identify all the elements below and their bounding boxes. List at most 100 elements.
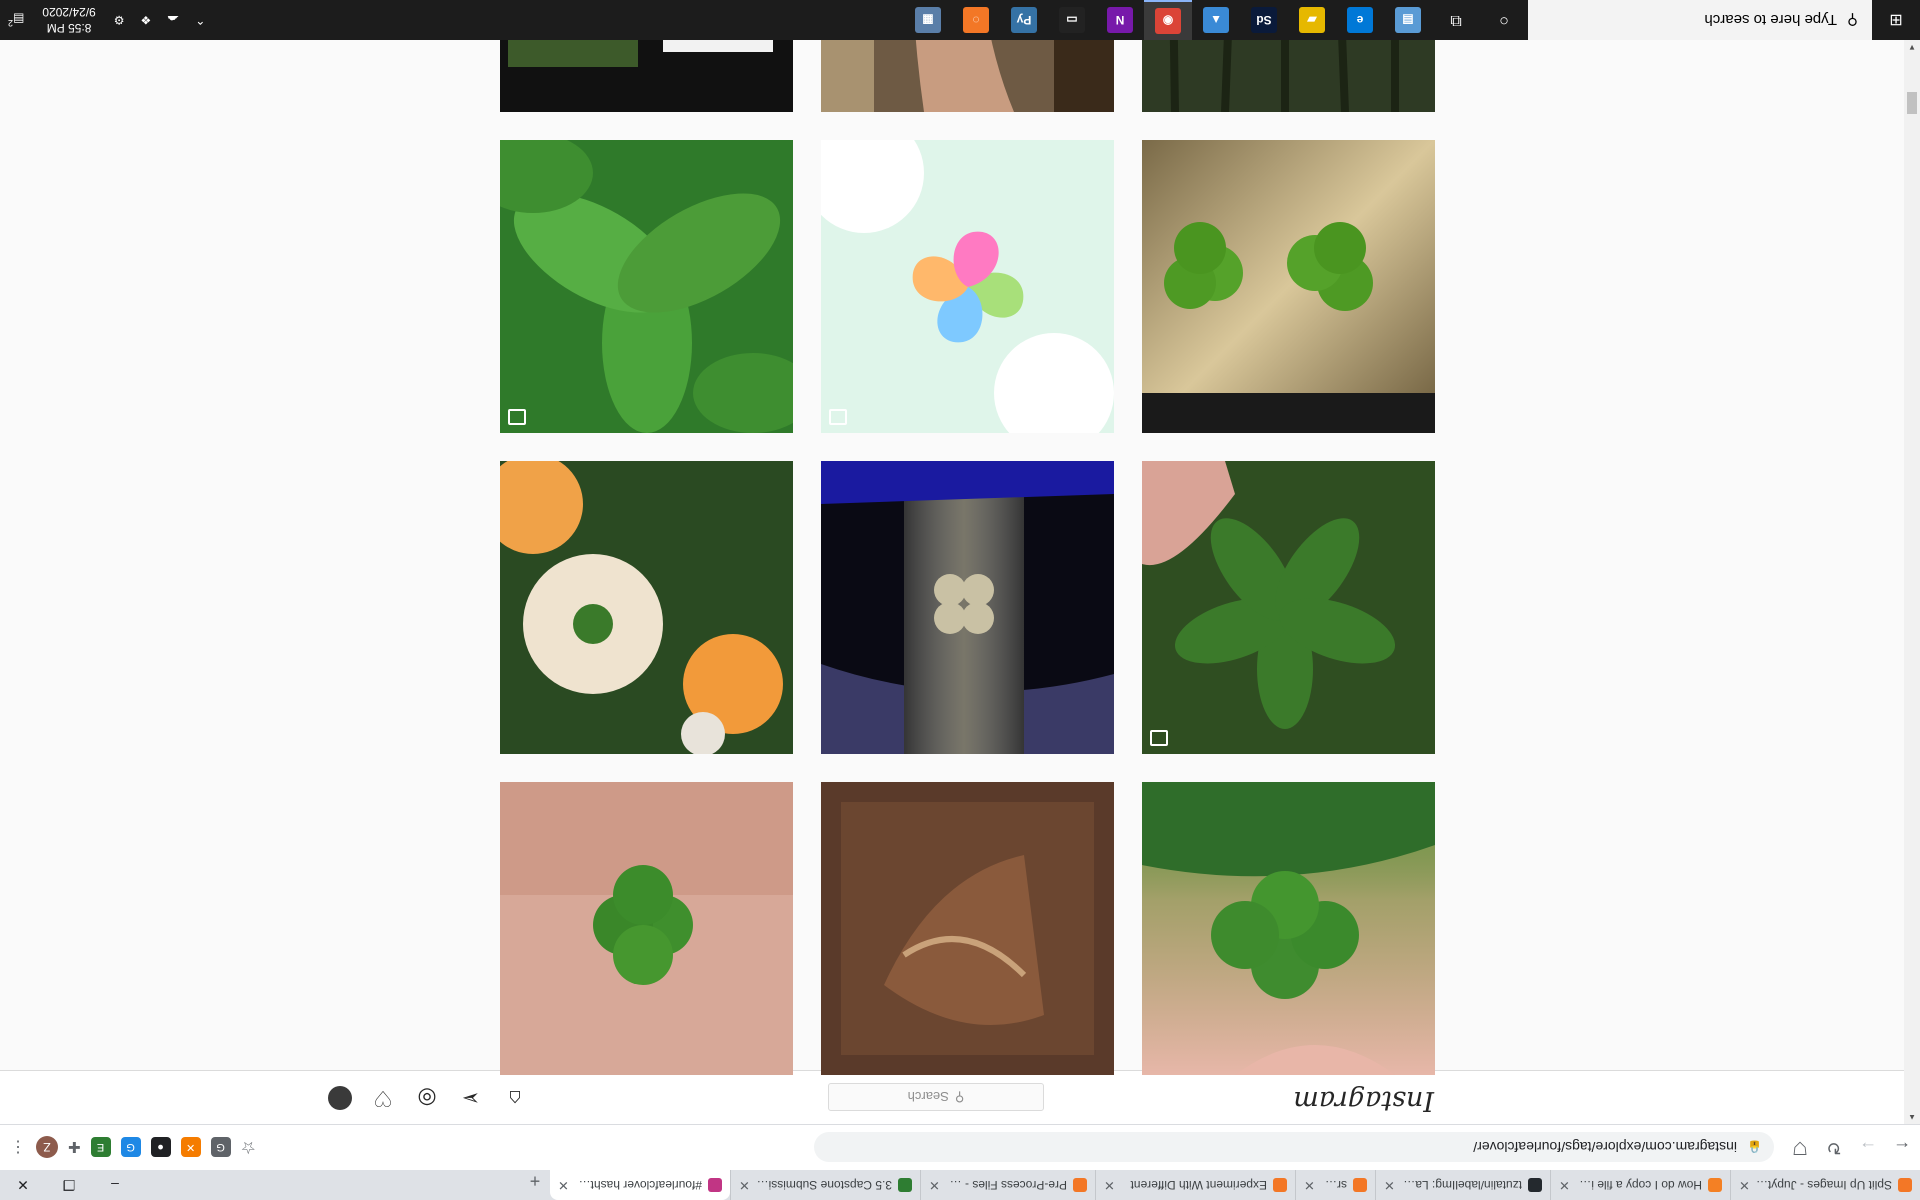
tab-title: #fourleafclover hashtag on bbox=[575, 1178, 702, 1192]
taskbar-app-jupyter[interactable]: ◌ bbox=[952, 0, 1000, 40]
address-bar[interactable]: 🔒 instagram.com/explore/tags/fourleafclo… bbox=[814, 1132, 1774, 1163]
taskbar-app-files[interactable]: ▰ bbox=[1288, 0, 1336, 40]
shield-icon: ⛉ bbox=[1793, 1138, 1807, 1158]
post-five-leaf-clover[interactable] bbox=[1142, 461, 1435, 754]
page-scrollbar[interactable]: ▲ ▼ bbox=[1904, 40, 1920, 1124]
cloud-icon[interactable]: ☁ bbox=[159, 13, 187, 27]
extension-circle-icon[interactable]: ● bbox=[150, 1137, 171, 1158]
tab-title: 3.5 Capstone Submission bbox=[755, 1178, 892, 1192]
post-clover-on-finger[interactable] bbox=[1142, 782, 1435, 1075]
taskbar-app-chrome[interactable]: ◉ bbox=[1144, 0, 1192, 40]
extension-g-icon[interactable]: G bbox=[210, 1137, 231, 1158]
browser-tab[interactable]: Experiment With Different ✕ bbox=[1095, 1170, 1295, 1200]
address-text: instagram.com/explore/tags/fourleafclove… bbox=[1473, 1139, 1738, 1156]
extension-grammarly-icon[interactable]: G bbox=[120, 1137, 141, 1158]
post-engraved-tumbler[interactable] bbox=[821, 461, 1114, 754]
search-input[interactable]: ⚲ Search bbox=[828, 1083, 1044, 1111]
multiple-photos-icon bbox=[508, 409, 526, 425]
taskbar-search[interactable]: ⚲ Type here to search bbox=[1528, 0, 1872, 40]
tab-favicon-icon bbox=[1353, 1178, 1367, 1192]
browser-tab[interactable]: src/Capstone/ ✕ bbox=[1295, 1170, 1375, 1200]
back-button[interactable]: ← bbox=[1886, 1132, 1918, 1164]
browser-tab[interactable]: 3.5 Capstone Submission ✕ bbox=[730, 1170, 920, 1200]
instagram-logo[interactable]: Instagram bbox=[1293, 1085, 1434, 1116]
tab-close-icon[interactable]: ✕ bbox=[558, 1177, 569, 1193]
close-window-button[interactable]: ✕ bbox=[0, 1170, 46, 1200]
network-icon[interactable]: ⚙ bbox=[106, 13, 133, 27]
tab-close-icon[interactable]: ✕ bbox=[1104, 1177, 1115, 1193]
post-heart-clover-art[interactable] bbox=[821, 140, 1114, 433]
task-view-button[interactable]: ⧉ bbox=[1432, 0, 1480, 40]
taskbar-app-edge[interactable]: e bbox=[1336, 0, 1384, 40]
forward-button[interactable]: → bbox=[1852, 1132, 1884, 1164]
post-pencil-sketch-image bbox=[821, 782, 1114, 1075]
post-two-clovers-gold[interactable] bbox=[1142, 140, 1435, 433]
tab-favicon-icon bbox=[1898, 1178, 1912, 1192]
extension-evernote-icon[interactable]: E bbox=[90, 1137, 111, 1158]
home-button[interactable]: ⛉ bbox=[1784, 1132, 1816, 1164]
chevron-up-icon[interactable]: ⌃ bbox=[187, 13, 213, 27]
multiple-photos-icon bbox=[1150, 730, 1168, 746]
extension-icons: ☆ G ✕ ● G E ✚ Z ⋮ bbox=[10, 1136, 256, 1159]
windows-logo-icon: ⊞ bbox=[1889, 11, 1903, 28]
taskbar-app-python[interactable]: Py bbox=[1000, 0, 1048, 40]
cortana-button[interactable]: ○ bbox=[1480, 0, 1528, 40]
explore-compass-icon[interactable]: ◎ bbox=[414, 1085, 440, 1111]
minimize-button[interactable]: – bbox=[92, 1170, 138, 1200]
browser-tab[interactable]: Pre-Process Files - Jupyter ✕ bbox=[920, 1170, 1095, 1200]
scrollbar-thumb[interactable] bbox=[1907, 92, 1917, 114]
profile-avatar-icon[interactable] bbox=[328, 1086, 352, 1110]
bookmark-star-icon[interactable]: ☆ bbox=[241, 1138, 256, 1158]
tab-close-icon[interactable]: ✕ bbox=[1304, 1177, 1315, 1193]
tab-close-icon[interactable]: ✕ bbox=[929, 1177, 940, 1193]
tab-favicon-icon bbox=[1073, 1178, 1087, 1192]
scroll-up-arrow-icon[interactable]: ▲ bbox=[1904, 1110, 1920, 1124]
search-icon: ⚲ bbox=[1847, 11, 1858, 28]
browser-tab[interactable]: tzutalin/labelImg: Label ✕ bbox=[1375, 1170, 1550, 1200]
browser-tab[interactable]: #fourleafclover hashtag on ✕ bbox=[550, 1170, 730, 1200]
notification-center-icon[interactable]: ▤2 bbox=[0, 12, 32, 28]
jupyter-icon: ◌ bbox=[963, 7, 989, 33]
arrow-left-icon: ← bbox=[1893, 1138, 1911, 1158]
taskbar-app-photoshop[interactable]: Sd bbox=[1240, 0, 1288, 40]
post-clover-in-palm-image bbox=[500, 782, 793, 1075]
dropbox-icon[interactable]: ❖ bbox=[133, 13, 160, 27]
taskbar-app-photos[interactable]: ▲ bbox=[1192, 0, 1240, 40]
post-five-leaf-clover-image bbox=[1142, 461, 1435, 754]
taskbar-app-calculator[interactable]: ▦ bbox=[904, 0, 952, 40]
tab-close-icon[interactable]: ✕ bbox=[1384, 1177, 1395, 1193]
clock[interactable]: 8:55 PM 9/24/2020 bbox=[32, 4, 105, 36]
browser-tab[interactable]: Split Up Images - Jupyter N ✕ bbox=[1730, 1170, 1920, 1200]
lock-icon: 🔒 bbox=[1747, 1140, 1762, 1155]
profile-avatar[interactable]: Z bbox=[36, 1136, 58, 1159]
direct-message-icon[interactable]: ➢ bbox=[458, 1085, 484, 1111]
photoshop-icon: Sd bbox=[1251, 7, 1277, 33]
taskbar-app-file-explorer[interactable]: ▤ bbox=[1384, 0, 1432, 40]
extension-x-icon[interactable]: ✕ bbox=[180, 1137, 201, 1158]
heart-icon[interactable]: ♡ bbox=[370, 1085, 396, 1111]
cortana-circle-icon: ○ bbox=[1499, 12, 1509, 29]
tab-close-icon[interactable]: ✕ bbox=[1739, 1177, 1750, 1193]
taskbar-app-onenote[interactable]: N bbox=[1096, 0, 1144, 40]
kebab-menu-icon[interactable]: ⋮ bbox=[10, 1138, 26, 1158]
post-clover-leaves-closeup[interactable] bbox=[500, 140, 793, 433]
tab-close-icon[interactable]: ✕ bbox=[739, 1177, 750, 1193]
post-pencil-sketch[interactable] bbox=[821, 782, 1114, 1075]
tab-close-icon[interactable]: ✕ bbox=[1559, 1177, 1570, 1193]
post-roses-with-clover[interactable] bbox=[500, 461, 793, 754]
edge-icon: e bbox=[1347, 7, 1373, 33]
new-tab-button[interactable]: + bbox=[520, 1170, 550, 1191]
home-icon[interactable]: ⌂ bbox=[502, 1085, 528, 1111]
post-clover-in-palm[interactable] bbox=[500, 782, 793, 1075]
browser-tab[interactable]: How do I copy a file in Pyth ✕ bbox=[1550, 1170, 1730, 1200]
tab-favicon-icon bbox=[1273, 1178, 1287, 1192]
post-heart-clover-art-image bbox=[821, 140, 1114, 433]
start-button[interactable]: ⊞ bbox=[1872, 0, 1920, 40]
tab-favicon-icon bbox=[1708, 1178, 1722, 1192]
reload-button[interactable]: ↻ bbox=[1818, 1132, 1850, 1164]
restore-button[interactable]: ❐ bbox=[46, 1170, 92, 1200]
scroll-down-arrow-icon[interactable]: ▼ bbox=[1904, 40, 1920, 54]
taskbar-app-terminal[interactable]: ▭ bbox=[1048, 0, 1096, 40]
python-icon: Py bbox=[1011, 7, 1037, 33]
puzzle-icon[interactable]: ✚ bbox=[68, 1139, 81, 1157]
